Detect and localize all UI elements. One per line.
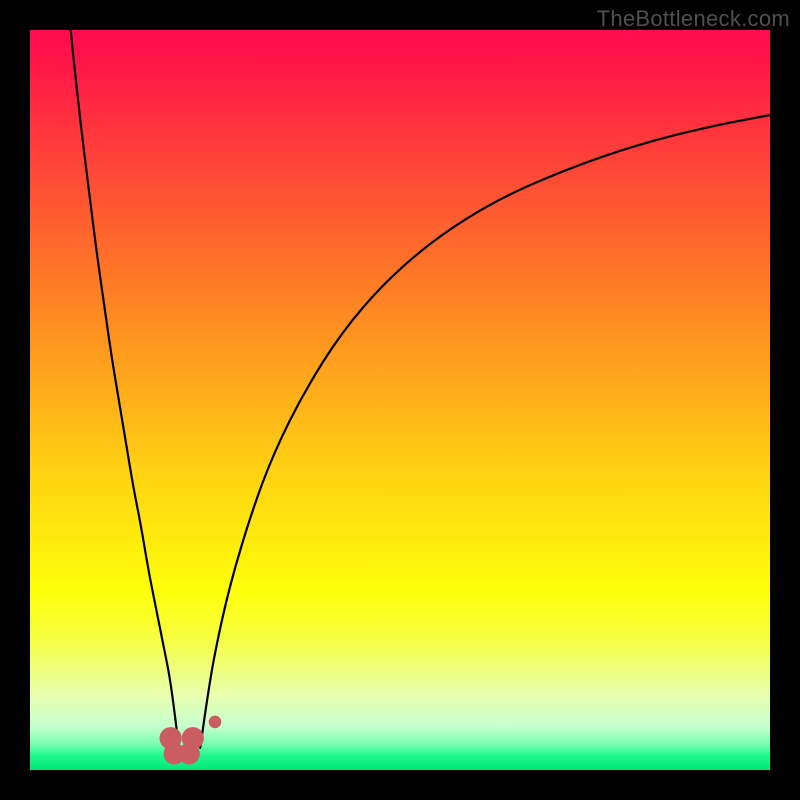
chart-frame: TheBottleneck.com bbox=[0, 0, 800, 800]
watermark-text: TheBottleneck.com bbox=[597, 6, 790, 32]
marker-blob-right bbox=[182, 727, 204, 749]
chart-svg bbox=[30, 30, 770, 770]
plot-area bbox=[30, 30, 770, 770]
marker-dot-separate bbox=[209, 716, 222, 729]
gradient-background bbox=[30, 30, 770, 770]
